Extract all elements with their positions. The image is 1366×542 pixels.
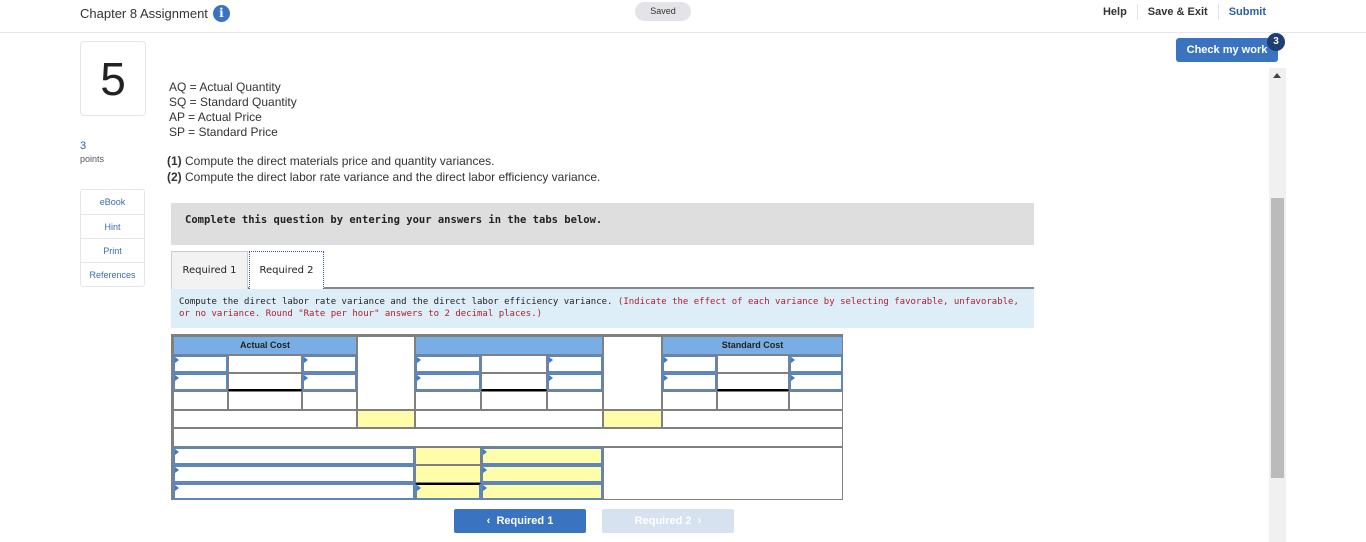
summary-row2-amount[interactable] [415,465,481,483]
task-2-text: Compute the direct labor rate variance a… [181,169,601,184]
summary-row2-effect-select[interactable] [481,465,603,483]
actual-row3-value[interactable] [228,391,302,410]
header-actual-cost: Actual Cost [173,336,357,355]
prompt-main-text: Compute the direct labor rate variance a… [179,297,618,307]
middle-row2-select[interactable] [415,373,481,391]
actual-row2-select-2[interactable] [302,373,357,391]
next-tab-label: Required 2 [634,515,692,527]
header-middle [415,336,603,355]
instruction-banner-text: Complete this question by entering your … [185,214,603,226]
actual-row1-select[interactable] [173,355,228,373]
spacer-column-2 [603,336,662,410]
task-1-number: (1) [167,154,182,168]
top-links: Help Save & Exit Submit [1093,0,1276,24]
standard-row2-select[interactable] [662,373,717,391]
info-icon[interactable]: i [212,5,230,22]
definition-ap: AP = Actual Price [169,110,262,124]
task-1-text: Compute the direct materials price and q… [181,154,495,168]
instruction-banner: Complete this question by entering your … [171,203,1034,245]
variance-answer-grid: Actual Cost Standard Cost [171,334,843,500]
hint-link[interactable]: Hint [81,214,144,238]
tab-prompt: Compute the direct labor rate variance a… [171,289,1034,328]
chevron-right-icon: › [697,515,702,527]
assignment-title-text: Chapter 8 Assignment [80,6,208,21]
standard-row3-label [662,391,717,410]
task-1: (1) Compute the direct materials price a… [167,154,600,170]
summary-row1-label-select[interactable] [173,447,415,465]
tab-bar: Required 1 Required 2 [171,251,1034,291]
task-2: (2) Compute the direct labor rate varian… [167,170,600,186]
middle-row3-value[interactable] [481,391,547,410]
submit-link[interactable]: Submit [1217,4,1276,20]
actual-row2-select[interactable] [173,373,228,391]
middle-row3-label [415,391,481,410]
actual-row2-value[interactable] [228,373,302,391]
previous-tab-label: Required 1 [496,515,554,527]
assignment-title: Chapter 8 Assignment i [80,5,230,22]
saved-status-pill: Saved [635,2,691,21]
definitions: AQ = Actual Quantity SQ = Standard Quant… [169,80,297,140]
variance-row-right [662,410,843,428]
variance-amount-2[interactable] [603,410,662,428]
standard-row1-select-2[interactable] [789,355,843,373]
actual-row3-value-2[interactable] [302,391,357,410]
tab-required-2[interactable]: Required 2 [249,251,324,291]
top-bar: Chapter 8 Assignment i Saved Help Save &… [0,0,1366,33]
chevron-left-icon: ‹ [486,515,491,527]
standard-row2-select-2[interactable] [789,373,843,391]
definition-sq: SQ = Standard Quantity [169,95,297,109]
middle-row1-select-2[interactable] [547,355,603,373]
check-attempts-badge: 3 [1267,33,1285,51]
help-link[interactable]: Help [1093,4,1137,20]
scroll-up-arrow-icon[interactable] [1273,73,1281,78]
summary-row3-amount[interactable] [415,483,481,500]
actual-row1-select-2[interactable] [302,355,357,373]
tab-required-1[interactable]: Required 1 [171,251,248,289]
print-link[interactable]: Print [81,238,144,262]
standard-row2-value[interactable] [717,373,789,391]
points-label: points [80,154,105,164]
question-number: 5 [80,41,146,116]
summary-row1-effect-select[interactable] [481,447,603,465]
standard-row1-select[interactable] [662,355,717,373]
standard-row3-value[interactable] [717,391,789,410]
references-link[interactable]: References [81,262,144,286]
resource-links: eBook Hint Print References [80,189,145,287]
header-standard-cost: Standard Cost [662,336,843,355]
middle-row1-value[interactable] [481,355,547,373]
middle-row3-value-2[interactable] [547,391,603,410]
summary-blank-area [603,447,843,500]
ebook-link[interactable]: eBook [81,190,144,214]
check-my-work-button[interactable]: Check my work [1176,38,1278,62]
actual-row1-value[interactable] [228,355,302,373]
middle-row2-select-2[interactable] [547,373,603,391]
points-value: 3 [80,140,87,152]
summary-row3-label-select[interactable] [173,483,415,500]
scrollbar-thumb[interactable] [1271,198,1284,478]
next-tab-button[interactable]: Required 2 › [602,509,734,533]
spacer-row [173,428,843,447]
actual-row3-label [173,391,228,410]
task-list: (1) Compute the direct materials price a… [167,154,600,185]
middle-row1-select[interactable] [415,355,481,373]
save-exit-link[interactable]: Save & Exit [1136,4,1218,20]
standard-row1-value[interactable] [717,355,789,373]
summary-row3-effect-select[interactable] [481,483,603,500]
spacer-column-1 [357,336,415,410]
middle-row2-value[interactable] [481,373,547,391]
task-2-number: (2) [167,169,182,184]
summary-row1-amount[interactable] [415,447,481,465]
variance-amount-1[interactable] [357,410,415,428]
definition-sp: SP = Standard Price [169,125,278,139]
variance-row-middle [415,410,603,428]
summary-row2-label-select[interactable] [173,465,415,483]
previous-tab-button[interactable]: ‹ Required 1 [454,509,586,533]
variance-row-left [173,410,357,428]
scrollbar[interactable] [1269,68,1286,542]
definition-aq: AQ = Actual Quantity [169,80,281,94]
standard-row3-value-2[interactable] [789,391,843,410]
